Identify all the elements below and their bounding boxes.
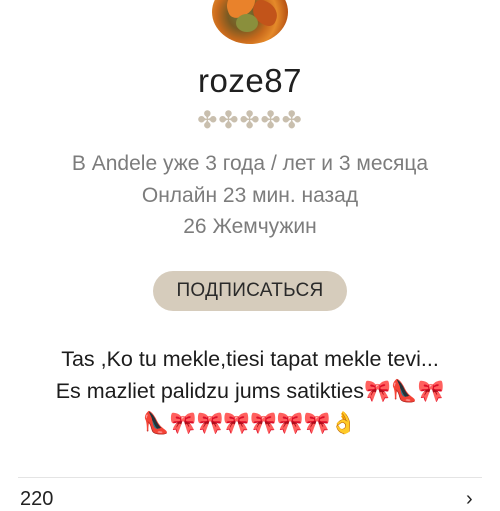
subscribe-button[interactable]: ПОДПИСАТЬСЯ (153, 271, 347, 311)
username: roze87 (198, 62, 302, 99)
pearls-count-text: 26 Жемчужин (183, 215, 317, 238)
bio-text: Tas ,Ko tu mekle,tiesi tapat mekle tevi.… (55, 347, 445, 435)
avatar[interactable] (212, 0, 288, 44)
avatar-leaf (236, 14, 258, 32)
rating-stars-icon: ✤✤✤✤✤ (197, 107, 303, 134)
online-status-text: Онлайн 23 мин. назад (141, 184, 359, 207)
member-since-text: В Andele уже 3 года / лет и 3 месяца (71, 152, 429, 175)
divider (18, 477, 482, 478)
